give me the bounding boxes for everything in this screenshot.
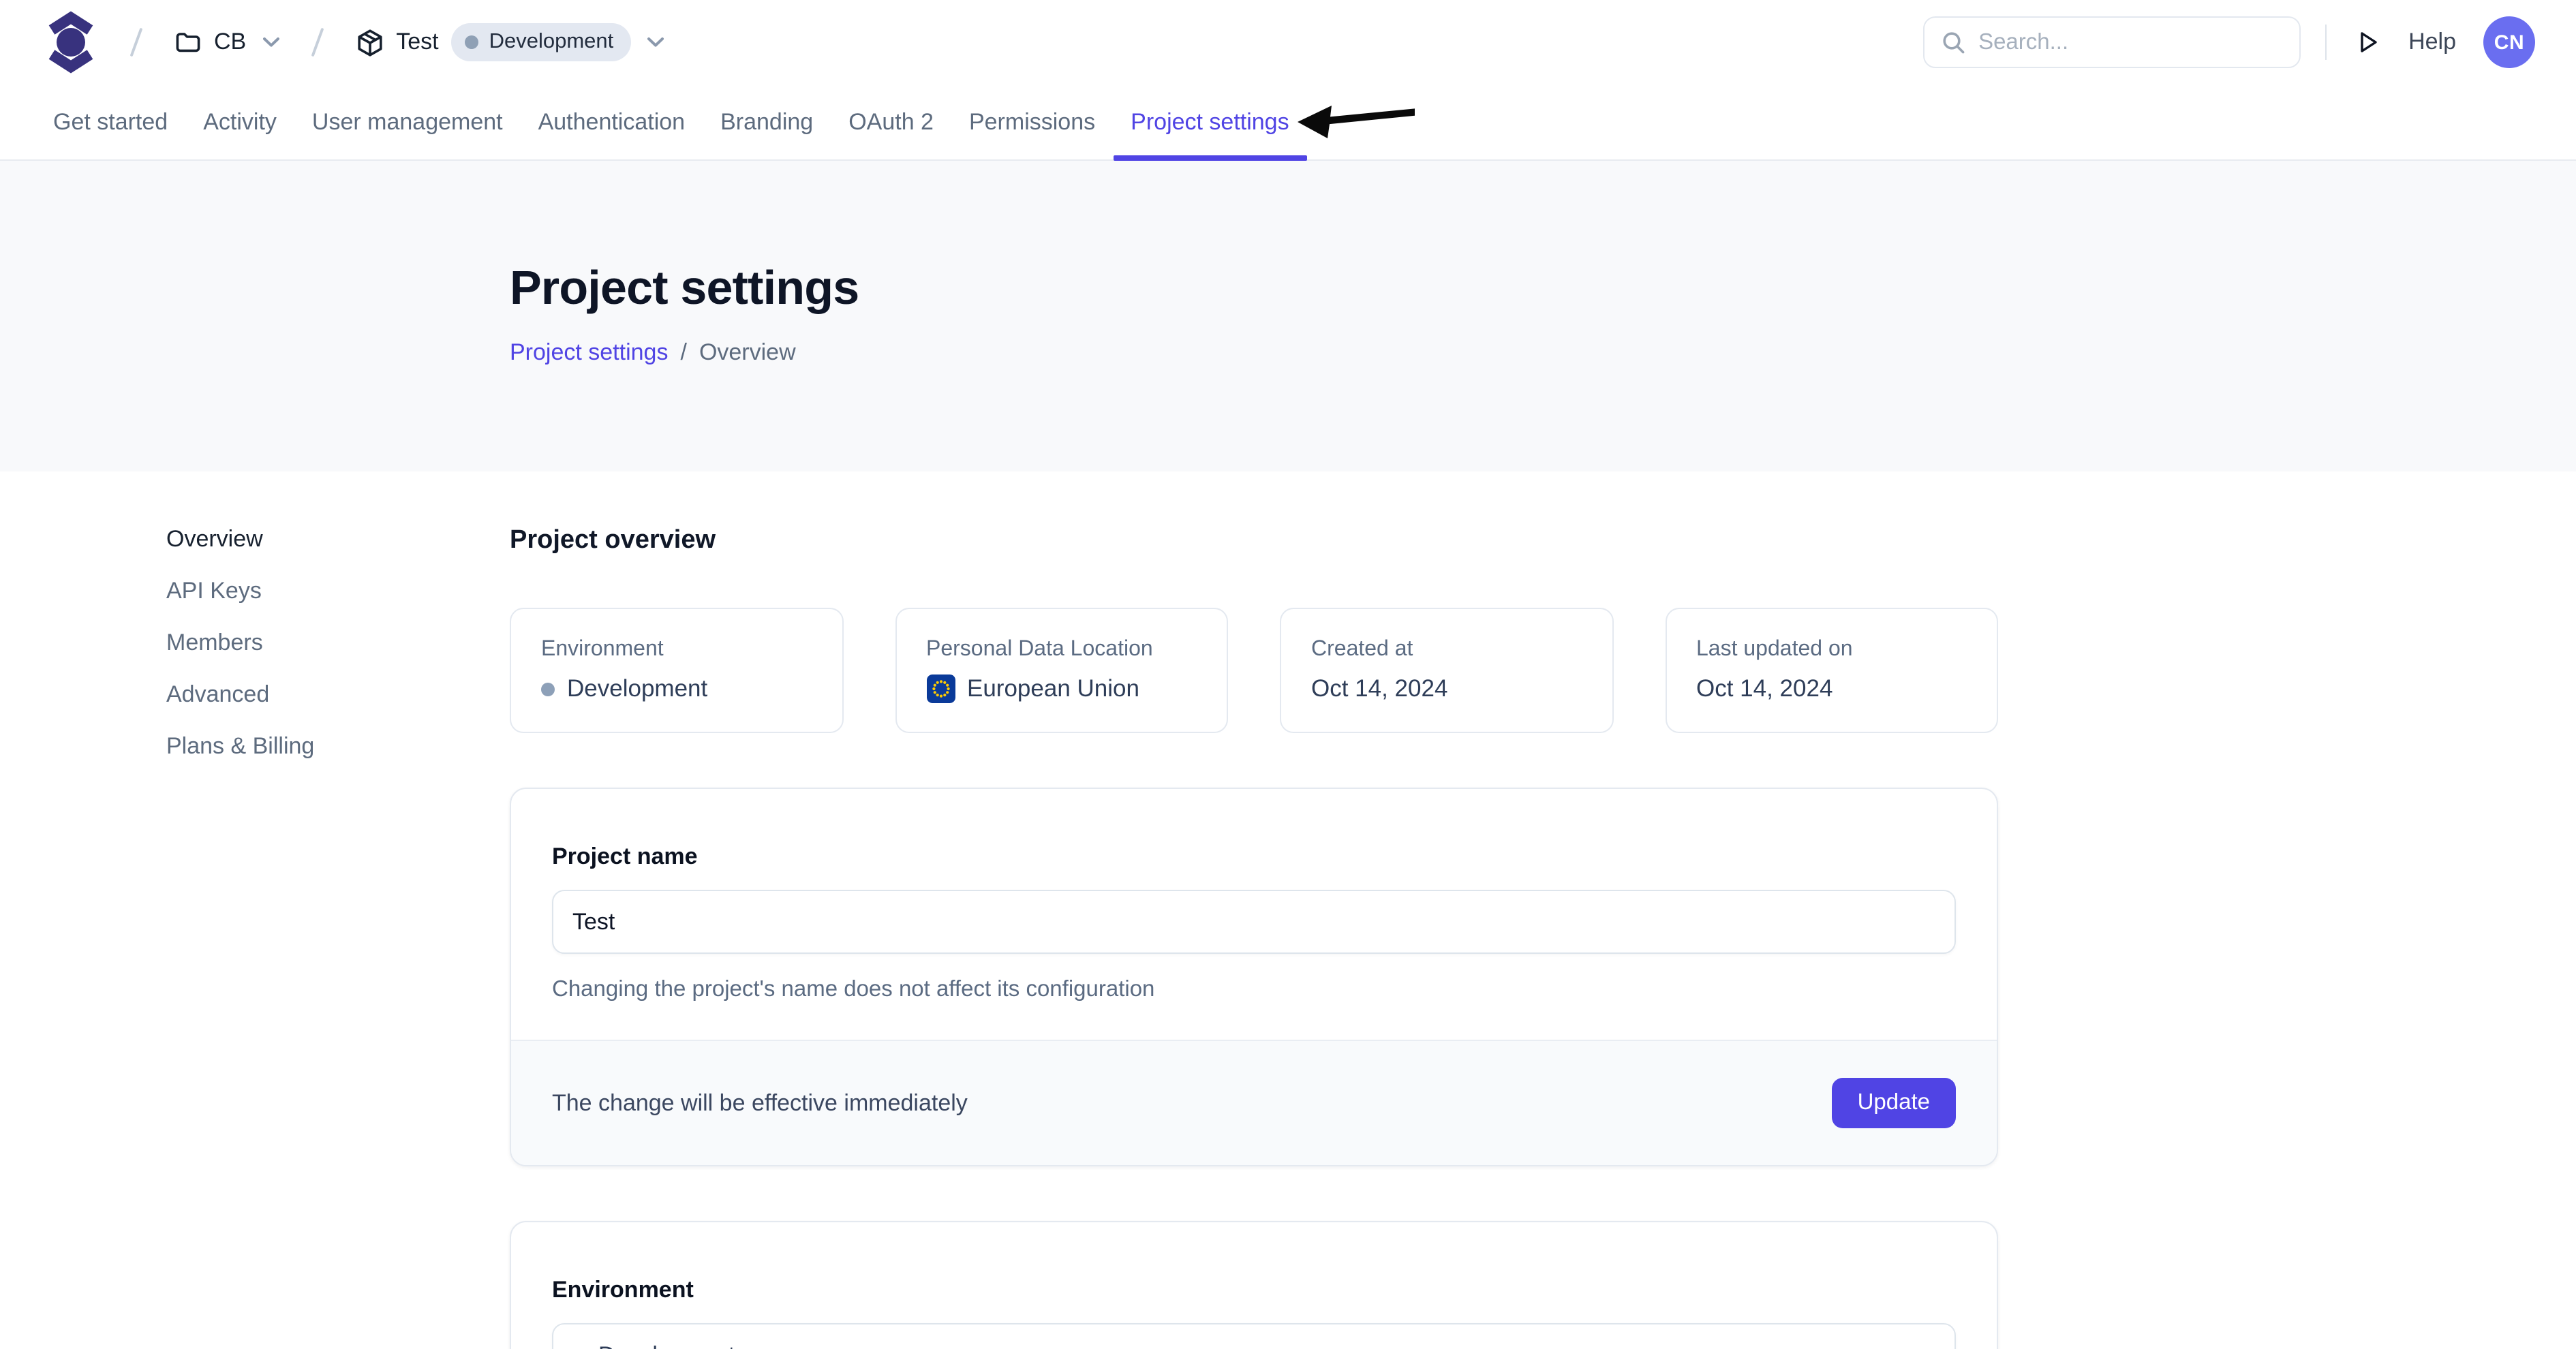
info-card-row: Environment Development Personal Data Lo… [510, 608, 1998, 733]
env-badge: Development [451, 23, 632, 61]
page-hero: Project settings Project settings / Over… [0, 161, 2576, 471]
environment-card: Environment Development [510, 1221, 1998, 1349]
project-label: Test [396, 29, 438, 56]
search-icon [1940, 30, 1965, 55]
section-title: Project overview [510, 526, 1998, 556]
org-label: CB [214, 29, 246, 56]
sidebar-item-advanced[interactable]: Advanced [166, 681, 314, 709]
tab-branding[interactable]: Branding [703, 84, 831, 159]
app-header: CB Test Development Help CN [0, 0, 2576, 84]
env-badge-dot [465, 35, 478, 49]
environment-select-value: Development [598, 1342, 735, 1349]
project-name-card: Project name Changing the project's name… [510, 788, 1998, 1166]
info-card-label: Personal Data Location [926, 638, 1197, 662]
info-card-value: Oct 14, 2024 [1311, 674, 1447, 703]
tab-bar: Get started Activity User management Aut… [0, 84, 2576, 161]
chevron-down-icon [262, 37, 279, 48]
tab-label: Project settings [1131, 108, 1289, 136]
sidebar-item-members[interactable]: Members [166, 630, 314, 657]
info-card-last-updated: Last updated on Oct 14, 2024 [1665, 608, 1998, 733]
tab-activity[interactable]: Activity [185, 84, 294, 159]
tab-user-management[interactable]: User management [294, 84, 521, 159]
sidebar-item-overview[interactable]: Overview [166, 526, 314, 553]
sidebar-item-api-keys[interactable]: API Keys [166, 578, 314, 605]
breadcrumb-link[interactable]: Project settings [510, 339, 668, 367]
tab-get-started[interactable]: Get started [35, 84, 185, 159]
info-card-label: Created at [1311, 638, 1582, 662]
environment-select[interactable]: Development [552, 1323, 1956, 1349]
info-card-value: European Union [967, 674, 1139, 703]
avatar[interactable]: CN [2483, 16, 2535, 68]
footer-note: The change will be effective immediately [552, 1089, 968, 1117]
info-card-label: Last updated on [1696, 638, 1967, 662]
annotation-arrow-icon [1296, 104, 1416, 139]
project-name-label: Project name [552, 843, 1956, 871]
tab-oauth-2[interactable]: OAuth 2 [831, 84, 951, 159]
info-card-data-location: Personal Data Location Europea [895, 608, 1228, 733]
play-button[interactable] [2348, 23, 2387, 61]
package-icon [355, 28, 384, 57]
folder-icon [174, 29, 202, 56]
info-card-environment: Environment Development [510, 608, 843, 733]
search-input[interactable] [1978, 29, 2282, 55]
project-name-card-footer: The change will be effective immediately… [511, 1040, 1997, 1165]
help-link[interactable]: Help [2408, 29, 2456, 56]
breadcrumb-separator [311, 28, 324, 57]
tab-authentication[interactable]: Authentication [521, 84, 703, 159]
eu-flag-icon [926, 674, 955, 703]
project-name-input[interactable] [552, 890, 1956, 954]
breadcrumb-current: Overview [699, 339, 796, 367]
org-switcher[interactable]: CB [174, 29, 279, 56]
breadcrumb: Project settings / Overview [510, 339, 2576, 367]
page-title: Project settings [510, 161, 2576, 316]
breadcrumb-separator: / [680, 339, 686, 367]
project-switcher[interactable]: Test Development [355, 23, 664, 61]
play-icon [2354, 29, 2381, 56]
sidebar-item-plans-billing[interactable]: Plans & Billing [166, 733, 314, 760]
env-dot [541, 682, 555, 696]
info-card-value: Oct 14, 2024 [1696, 674, 1833, 703]
project-name-helper-text: Changing the project's name does not aff… [552, 977, 1956, 1003]
tab-project-settings[interactable]: Project settings [1113, 84, 1306, 159]
breadcrumb-separator [130, 28, 143, 57]
info-card-created-at: Created at Oct 14, 2024 [1280, 608, 1613, 733]
search-box[interactable] [1922, 16, 2300, 68]
main-panel: Project overview Environment Development… [510, 471, 1998, 1349]
tab-permissions[interactable]: Permissions [951, 84, 1113, 159]
info-card-value: Development [567, 674, 707, 703]
content-area: Overview API Keys Members Advanced Plans… [0, 471, 2576, 1349]
environment-label: Environment [552, 1277, 1956, 1304]
update-button[interactable]: Update [1832, 1078, 1956, 1128]
settings-side-nav: Overview API Keys Members Advanced Plans… [166, 526, 314, 760]
header-divider [2325, 25, 2327, 60]
app-logo-icon[interactable] [44, 11, 98, 74]
env-badge-label: Development [489, 30, 614, 55]
chevron-down-icon [647, 37, 664, 48]
info-card-label: Environment [541, 638, 812, 662]
